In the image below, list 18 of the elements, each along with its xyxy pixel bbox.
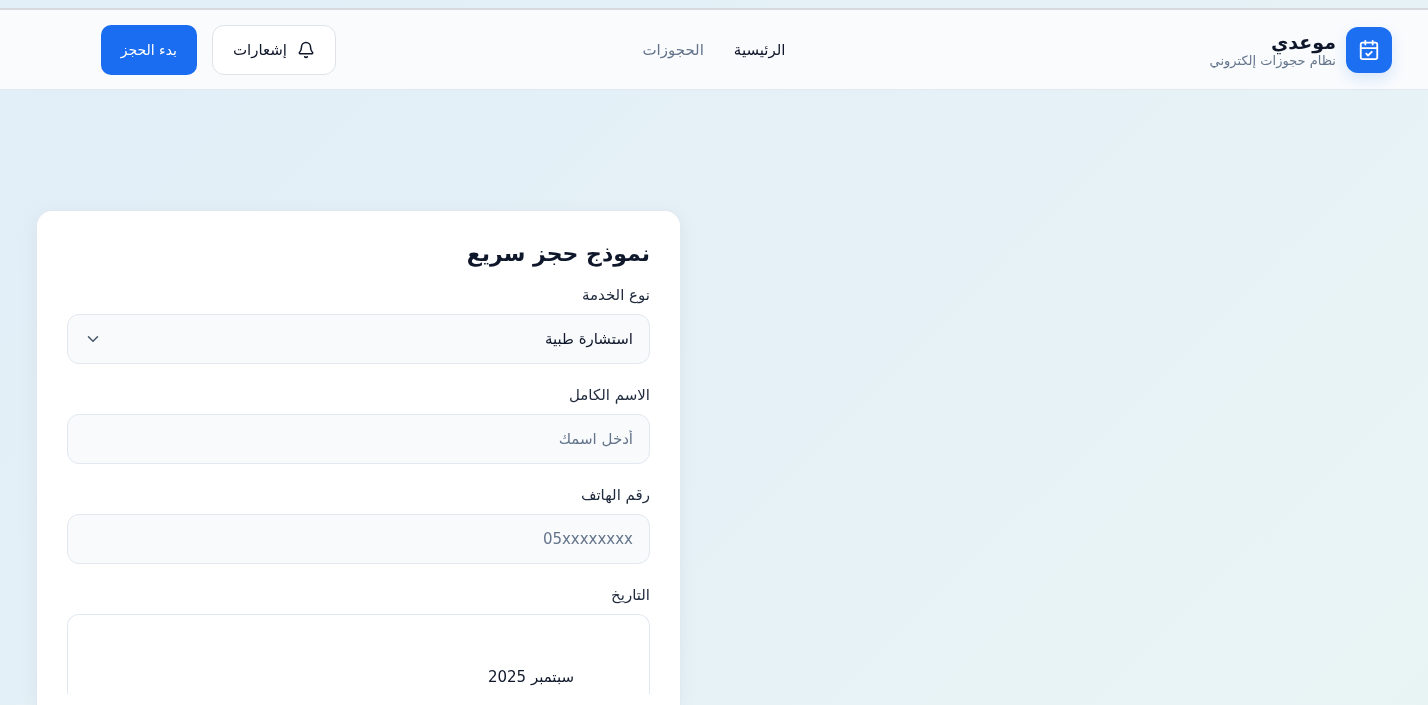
service-select[interactable]: استشارة طبية	[67, 314, 650, 364]
date-picker[interactable]: سبتمبر 2025	[67, 614, 650, 694]
field-label: التاريخ	[610, 586, 650, 604]
field-label: الاسم الكامل	[567, 386, 650, 404]
nav-link[interactable]: الرئيسية	[733, 40, 786, 59]
start-booking-button[interactable]: بدء الحجز	[100, 24, 197, 75]
nav-link[interactable]: الحجوزات	[642, 40, 704, 59]
field-label: نوع الخدمة	[581, 286, 650, 304]
brand-title: موعدي	[1270, 30, 1336, 54]
month-label: سبتمبر 2025	[487, 668, 574, 686]
field-label: رقم الهاتف	[579, 486, 650, 504]
select-value: استشارة طبية	[544, 330, 633, 348]
notifications-button[interactable]: إشعارات	[211, 24, 336, 75]
brand-subtitle: نظام حجوزات إلكتروني	[1209, 53, 1336, 69]
form-title: نموذج حجز سريع	[465, 241, 650, 266]
bell-icon	[297, 40, 315, 59]
input-field[interactable]: 05xxxxxxxx	[67, 514, 650, 564]
calendar-check-icon[interactable]	[1346, 26, 1392, 73]
